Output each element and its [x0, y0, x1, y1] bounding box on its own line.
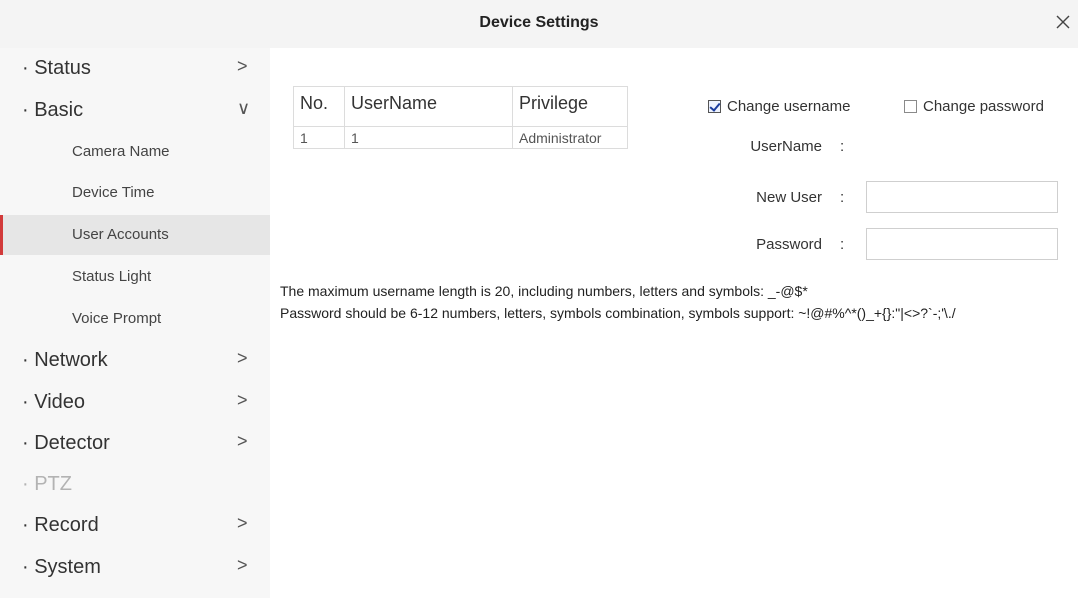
chevron-right-icon: > — [237, 56, 248, 76]
password-colon: : — [840, 236, 845, 253]
sidebar-item-label: · Status — [22, 57, 91, 79]
new-user-input[interactable] — [866, 181, 1058, 213]
checkbox-checked-icon — [708, 100, 721, 113]
chevron-down-icon: ∨ — [237, 98, 251, 118]
table-row[interactable]: 1 1 Administrator — [293, 126, 628, 149]
sidebar-item-ptz: · PTZ — [0, 464, 270, 504]
username-label: UserName — [750, 138, 822, 155]
cell-privilege: Administrator — [512, 126, 628, 149]
sidebar-subitem-device-time[interactable]: Device Time — [0, 173, 270, 213]
sidebar-item-detector[interactable]: · Detector > — [0, 423, 270, 463]
sidebar-subitem-label: Device Time — [72, 184, 155, 201]
sidebar-item-status[interactable]: · Status > — [0, 48, 270, 88]
column-header-no: No. — [293, 86, 345, 127]
sidebar-subitem-label: Camera Name — [72, 143, 170, 160]
change-username-label: Change username — [727, 98, 851, 115]
chevron-right-icon: > — [237, 348, 248, 368]
username-colon: : — [840, 138, 845, 155]
table-header-row: No. UserName Privilege — [293, 86, 628, 127]
cell-no: 1 — [293, 126, 345, 149]
sidebar-subitem-status-light[interactable]: Status Light — [0, 257, 270, 297]
sidebar-item-label: · System — [22, 556, 101, 578]
username-rule-text: The maximum username length is 20, inclu… — [280, 283, 808, 299]
sidebar-subitem-camera-name[interactable]: Camera Name — [0, 132, 270, 172]
chevron-right-icon: > — [237, 390, 248, 410]
password-label: Password — [756, 236, 822, 253]
sidebar-item-label: · Detector — [22, 432, 110, 454]
cell-username: 1 — [344, 126, 513, 149]
sidebar-item-video[interactable]: · Video > — [0, 382, 270, 422]
window-title: Device Settings — [479, 14, 599, 31]
title-bar: Device Settings — [0, 0, 1078, 48]
sidebar-item-basic[interactable]: · Basic ∨ — [0, 90, 270, 130]
sidebar-subitem-voice-prompt[interactable]: Voice Prompt — [0, 299, 270, 339]
sidebar-item-system[interactable]: · System > — [0, 547, 270, 587]
password-input[interactable] — [866, 228, 1058, 260]
change-password-label: Change password — [923, 98, 1044, 115]
chevron-right-icon: > — [237, 513, 248, 533]
sidebar-item-label: · Record — [22, 514, 99, 536]
sidebar-subitem-label: Status Light — [72, 268, 152, 285]
change-password-checkbox[interactable]: Change password — [904, 98, 1044, 115]
sidebar-subitem-label: Voice Prompt — [72, 310, 162, 327]
close-icon[interactable] — [1054, 12, 1072, 32]
sidebar-subitem-user-accounts[interactable]: User Accounts — [0, 215, 270, 255]
sidebar-item-record[interactable]: · Record > — [0, 505, 270, 545]
chevron-right-icon: > — [237, 431, 248, 451]
new-user-label: New User — [756, 189, 822, 206]
sidebar: · Status > · Basic ∨ Camera Name Device … — [0, 48, 270, 598]
chevron-right-icon: > — [237, 555, 248, 575]
checkbox-unchecked-icon — [904, 100, 917, 113]
sidebar-item-network[interactable]: · Network > — [0, 340, 270, 380]
sidebar-item-label: · Video — [22, 391, 86, 413]
sidebar-item-label: · Basic — [22, 99, 84, 121]
new-user-colon: : — [840, 189, 845, 206]
user-accounts-table: No. UserName Privilege 1 1 Administrator — [293, 86, 628, 149]
password-rule-text: Password should be 6-12 numbers, letters… — [280, 305, 956, 321]
change-username-checkbox[interactable]: Change username — [708, 98, 850, 115]
main-content: No. UserName Privilege 1 1 Administrator… — [270, 48, 1078, 598]
column-header-privilege: Privilege — [512, 86, 628, 127]
sidebar-item-label: · PTZ — [22, 473, 72, 495]
column-header-username: UserName — [344, 86, 513, 127]
sidebar-item-label: · Network — [22, 349, 108, 371]
sidebar-subitem-label: User Accounts — [72, 226, 169, 243]
